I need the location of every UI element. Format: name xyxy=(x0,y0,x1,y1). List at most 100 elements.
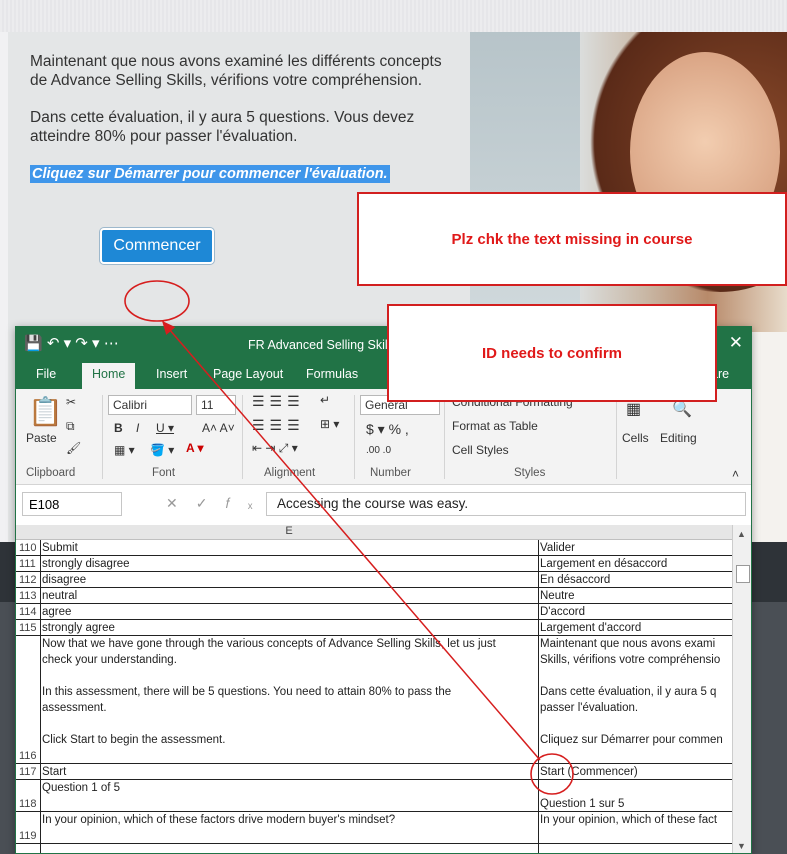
group-clipboard: Clipboard xyxy=(26,467,76,479)
cell-e[interactable]: In your opinion, which of these factors … xyxy=(42,812,536,828)
merge-center-icon[interactable]: ⊞ ▾ xyxy=(320,417,339,431)
row-number[interactable]: 110 xyxy=(16,542,40,554)
cells-button[interactable]: Cells xyxy=(622,431,649,445)
wrap-text-icon[interactable]: ↵ xyxy=(320,393,330,407)
quick-access-toolbar[interactable]: 💾 ↶ ▾ ↷ ▾ ⋯ xyxy=(24,334,119,352)
callout-id-confirm: ID needs to confirm xyxy=(387,304,717,402)
formula-input[interactable]: Accessing the course was easy. xyxy=(266,492,746,516)
intro-cta: Cliquez sur Démarrer pour commencer l'év… xyxy=(30,165,390,183)
row-number[interactable]: 118 xyxy=(16,798,40,810)
row-number[interactable]: 111 xyxy=(16,558,40,570)
row-number[interactable]: 114 xyxy=(16,606,40,618)
group-styles: Styles xyxy=(514,467,546,479)
font-size-select[interactable]: 11 xyxy=(196,395,236,415)
align-horizontal-icons[interactable]: ☰☰☰ xyxy=(252,417,305,434)
row-number[interactable]: 112 xyxy=(16,574,40,586)
scroll-thumb[interactable] xyxy=(736,565,750,583)
corner-cell[interactable] xyxy=(16,525,40,540)
tab-home[interactable]: Home xyxy=(82,363,136,389)
cell-e[interactable]: agree xyxy=(42,604,536,620)
indent-icons[interactable]: ⇤ ⇥ ⤢ ▾ xyxy=(252,441,298,456)
cell-e[interactable]: neutral xyxy=(42,588,536,604)
row-number[interactable]: 113 xyxy=(16,590,40,602)
cell-f[interactable]: En désaccord xyxy=(540,572,732,588)
fill-color-icon[interactable]: 🪣 ▾ xyxy=(150,443,174,457)
table-row: 112 disagree En désaccord xyxy=(16,572,732,588)
cell-e[interactable]: disagree xyxy=(42,572,536,588)
ribbon-home: 📋 Paste ✂ ⧉ 🖌 Clipboard Calibri 11 B I U… xyxy=(16,389,751,485)
row-number[interactable]: 117 xyxy=(16,766,40,778)
table-row: 118 Question 1 of 5 Question 1 sur 5 xyxy=(16,780,732,812)
italic-button[interactable]: I xyxy=(136,421,139,435)
editing-button[interactable]: Editing xyxy=(660,431,697,445)
search-icon[interactable]: 🔍 xyxy=(672,399,692,419)
cell-f[interactable]: In your opinion, which of these fact xyxy=(540,812,732,828)
tab-insert[interactable]: Insert xyxy=(156,367,187,381)
row-number[interactable]: 115 xyxy=(16,622,40,634)
scroll-up-icon[interactable]: ▲ xyxy=(737,529,746,539)
format-as-table-button[interactable]: Format as Table xyxy=(452,419,538,433)
table-row: 119 In your opinion, which of these facto… xyxy=(16,812,732,844)
collapse-ribbon-icon[interactable]: ˄ xyxy=(732,467,739,481)
cell-f[interactable]: Largement en désaccord xyxy=(540,556,732,572)
paste-label[interactable]: Paste xyxy=(26,431,57,445)
scroll-down-icon[interactable]: ▼ xyxy=(737,841,746,851)
table-row: 111 strongly disagree Largement en désacco… xyxy=(16,556,732,572)
tab-file[interactable]: File xyxy=(36,367,56,381)
cell-styles-button[interactable]: Cell Styles xyxy=(452,443,509,457)
table-row: 115 strongly agree Largement d'accord xyxy=(16,620,732,636)
group-number: Number xyxy=(370,467,411,479)
cell-f[interactable]: Largement d'accord xyxy=(540,620,732,636)
row-number[interactable]: 119 xyxy=(16,830,40,842)
bold-button[interactable]: B xyxy=(114,421,123,435)
tab-formulas[interactable]: Formulas xyxy=(306,367,358,381)
underline-button[interactable]: U ▾ xyxy=(156,421,174,435)
formula-bar: E108 ✕✓𝑓ₓ Accessing the course was easy. xyxy=(16,485,751,523)
format-painter-icon[interactable]: 🖌 xyxy=(66,441,81,455)
paste-icon[interactable]: 📋 xyxy=(28,395,63,428)
group-alignment: Alignment xyxy=(264,467,316,479)
table-row: 116 Now that we have gone through the var… xyxy=(16,636,732,764)
font-color-icon[interactable]: A ▾ xyxy=(186,441,204,455)
vertical-scrollbar[interactable]: ▲ ▼ xyxy=(732,525,751,853)
table-row: 110 Submit Valider xyxy=(16,540,732,556)
cell-e[interactable]: strongly agree xyxy=(42,620,536,636)
group-font: Font xyxy=(152,467,176,479)
font-name-select[interactable]: Calibri xyxy=(108,395,192,415)
worksheet-grid: E 110 Submit Valider 111 strongly disagree La… xyxy=(16,525,732,853)
cell-e[interactable]: Submit xyxy=(42,540,536,556)
copy-icon[interactable]: ⧉ xyxy=(66,419,75,434)
cut-icon[interactable]: ✂ xyxy=(66,395,76,409)
excel-window: 💾 ↶ ▾ ↷ ▾ ⋯ FR Advanced Selling Skills_ … xyxy=(15,326,752,854)
close-icon[interactable]: ✕ xyxy=(729,333,743,353)
course-top-bar xyxy=(0,0,787,32)
cell-f[interactable]: D'accord xyxy=(540,604,732,620)
cell-e[interactable]: Now that we have gone through the variou… xyxy=(42,636,536,748)
cell-f[interactable]: Maintenant que nous avons exami Skills, … xyxy=(540,636,732,748)
borders-icon[interactable]: ▦ ▾ xyxy=(114,443,135,457)
decimal-icons[interactable]: .00 .0 xyxy=(366,445,391,456)
cell-f[interactable]: Valider xyxy=(540,540,732,556)
cell-e[interactable]: Start xyxy=(42,764,536,780)
cell-f[interactable]: Question 1 sur 5 xyxy=(540,780,732,812)
cell-e[interactable]: strongly disagree xyxy=(42,556,536,572)
column-header-f[interactable] xyxy=(538,525,732,540)
formula-buttons[interactable]: ✕✓𝑓ₓ xyxy=(166,495,270,512)
cell-f[interactable]: Start (Commencer) xyxy=(540,764,732,780)
align-vertical-icons[interactable]: ☰☰☰ xyxy=(252,393,305,410)
cells-icon[interactable]: ▦ xyxy=(626,399,641,419)
table-row: 114 agree D'accord xyxy=(16,604,732,620)
grow-font-icon[interactable]: A˄ A˅ xyxy=(202,421,235,435)
name-box[interactable]: E108 xyxy=(22,492,122,516)
excel-title: FR Advanced Selling Skills_ xyxy=(248,338,404,352)
column-header-e[interactable]: E xyxy=(40,525,538,540)
cell-f[interactable]: Neutre xyxy=(540,588,732,604)
cell-e[interactable]: Question 1 of 5 xyxy=(42,780,536,796)
table-row: 113 neutral Neutre xyxy=(16,588,732,604)
row-number[interactable]: 116 xyxy=(16,750,40,762)
currency-percent-comma[interactable]: $ ▾ % , xyxy=(366,421,409,438)
callout-text-missing: Plz chk the text missing in course xyxy=(357,192,787,286)
table-row: 117 Start Start (Commencer) xyxy=(16,764,732,780)
commencer-button[interactable]: Commencer xyxy=(100,228,214,264)
tab-page-layout[interactable]: Page Layout xyxy=(213,367,283,381)
